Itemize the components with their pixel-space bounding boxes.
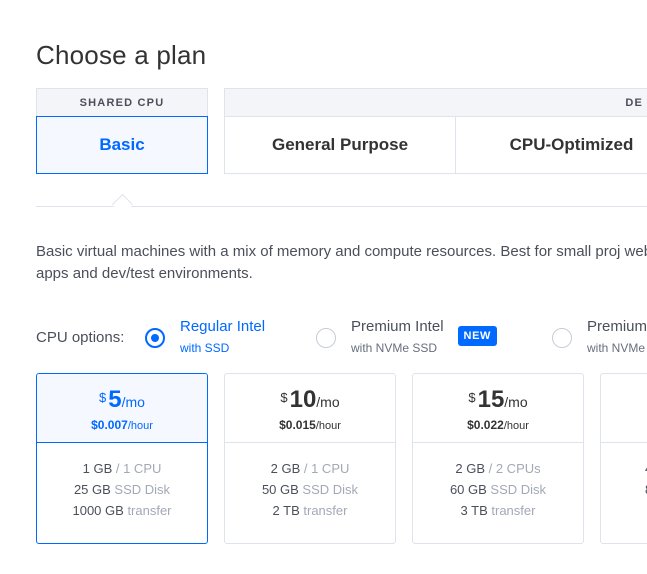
- spec-memory: 2 GB: [270, 461, 301, 476]
- plan-specs: 4 80: [601, 443, 647, 500]
- dedicated-cpu-header: DE: [224, 88, 647, 116]
- hourly-unit: /hour: [503, 420, 529, 432]
- plan-card-5[interactable]: $5/mo $0.007/hour 1 GB / 1 CPU 25 GB SSD…: [36, 373, 208, 544]
- shared-cpu-header: SHARED CPU: [36, 88, 208, 116]
- price-amount: 10: [289, 386, 317, 413]
- price-amount: 15: [477, 386, 505, 413]
- cpu-option-title: Regular Intel: [180, 318, 266, 335]
- tab-cpu-optimized[interactable]: CPU-Optimized: [456, 116, 647, 174]
- spec-transfer: 1000 GB transfer: [37, 500, 207, 521]
- spec-cpu: / 1 CPU: [303, 461, 350, 476]
- plan-price-section: $5/mo $0.007/hour: [37, 374, 207, 443]
- plan-card-partial[interactable]: 4 80: [600, 373, 647, 544]
- hourly-unit: /hour: [127, 420, 153, 432]
- spec-transfer-size: 1000 GB: [72, 503, 124, 518]
- spec-disk-size: 50 GB: [261, 482, 299, 497]
- hourly-value: $0.015: [279, 418, 316, 432]
- radio-selected-icon[interactable]: [145, 328, 165, 348]
- spec-disk-label: SSD Disk: [114, 482, 171, 497]
- spec-disk: 25 GB SSD Disk: [37, 479, 207, 500]
- spec-transfer: 2 TB transfer: [225, 500, 395, 521]
- spec-disk: 60 GB SSD Disk: [413, 479, 583, 500]
- cpu-option-subtitle: with NVMe: [587, 341, 646, 355]
- cpu-option-title: Premium: [587, 318, 647, 335]
- plan-price-section: $10/mo $0.015/hour: [225, 374, 395, 443]
- plan-hourly-price: $0.022/hour: [413, 418, 583, 432]
- spec-memory: 2 GB: [455, 461, 485, 476]
- cpu-option-premium[interactable]: Premium with NVMe: [552, 318, 647, 356]
- spec-memory: 1 GB: [82, 461, 113, 476]
- hourly-value: $0.007: [91, 418, 128, 432]
- cpu-option-regular-intel[interactable]: Regular Intel with SSD: [145, 318, 265, 356]
- spec-transfer-label: transfer: [127, 503, 172, 518]
- plan-price-section: [601, 374, 647, 443]
- page-title: Choose a plan: [36, 40, 207, 70]
- spec-transfer-size: 3 TB: [460, 503, 488, 518]
- spec-transfer-size: 2 TB: [272, 503, 300, 518]
- spec-transfer-label: transfer: [303, 503, 348, 518]
- cpu-option-title: Premium Intel: [351, 318, 444, 335]
- hourly-unit: /hour: [315, 420, 341, 432]
- price-period: /mo: [504, 394, 528, 410]
- spec-disk: 50 GB SSD Disk: [225, 479, 395, 500]
- cpu-option-subtitle: with NVMe SSD: [351, 341, 438, 355]
- plan-monthly-price: $5/mo: [37, 387, 207, 416]
- cpu-options-label: CPU options:: [36, 329, 125, 346]
- plan-specs: 1 GB / 1 CPU 25 GB SSD Disk 1000 GB tran…: [37, 443, 207, 521]
- plan-price-section: $15/mo $0.022/hour: [413, 374, 583, 443]
- price-period: /mo: [121, 394, 145, 410]
- spec-transfer: 3 TB transfer: [413, 500, 583, 521]
- shared-cpu-group: SHARED CPU Basic: [36, 88, 208, 174]
- plan-card-10[interactable]: $10/mo $0.015/hour 2 GB / 1 CPU 50 GB SS…: [224, 373, 396, 544]
- currency-symbol: $: [280, 390, 288, 405]
- plan-hourly-price: $0.015/hour: [225, 418, 395, 432]
- spec-cpu: / 2 CPUs: [488, 461, 541, 476]
- currency-symbol: $: [468, 390, 476, 405]
- price-amount: 5: [108, 386, 122, 413]
- spec-memory-cpu: 2 GB / 1 CPU: [225, 458, 395, 479]
- spec-disk-size: 25 GB: [73, 482, 111, 497]
- spec-disk-size: 60 GB: [449, 482, 487, 497]
- dedicated-tabs-row: General Purpose CPU-Optimized: [224, 116, 647, 174]
- radio-unselected-icon[interactable]: [316, 328, 336, 348]
- tab-basic[interactable]: Basic: [36, 116, 208, 174]
- currency-symbol: $: [99, 390, 107, 405]
- caret-up-icon: [111, 193, 134, 216]
- plan-monthly-price: $10/mo: [225, 387, 395, 416]
- spec-memory-cpu: 1 GB / 1 CPU: [37, 458, 207, 479]
- spec-disk-label: SSD Disk: [490, 482, 547, 497]
- cpu-option-subtitle: with SSD: [180, 341, 230, 355]
- spec-transfer-label: transfer: [491, 503, 536, 518]
- cpu-option-text: Regular Intel with SSD: [180, 318, 265, 356]
- spec-disk-label: SSD Disk: [302, 482, 359, 497]
- hourly-value: $0.022: [467, 418, 504, 432]
- plan-hourly-price: $0.007/hour: [37, 418, 207, 432]
- cpu-option-text: Premium with NVMe: [587, 318, 647, 356]
- plan-specs: 2 GB / 1 CPU 50 GB SSD Disk 2 TB transfe…: [225, 443, 395, 521]
- plan-specs: 2 GB / 2 CPUs 60 GB SSD Disk 3 TB transf…: [413, 443, 583, 521]
- radio-unselected-icon[interactable]: [552, 328, 572, 348]
- cpu-option-premium-intel[interactable]: Premium Intel with NVMe SSD NEW: [316, 318, 497, 356]
- tab-general-purpose[interactable]: General Purpose: [224, 116, 456, 174]
- new-badge: NEW: [457, 326, 497, 346]
- spec-memory-cpu: 2 GB / 2 CPUs: [413, 458, 583, 479]
- plan-selection-page: Choose a plan SHARED CPU Basic DE Genera…: [0, 0, 647, 574]
- plan-description: Basic virtual machines with a mix of mem…: [36, 243, 647, 282]
- cpu-option-text: Premium Intel with NVMe SSD: [351, 318, 444, 356]
- plan-monthly-price: $15/mo: [413, 387, 583, 416]
- dedicated-cpu-group: DE General Purpose CPU-Optimized: [224, 88, 647, 174]
- price-period: /mo: [316, 394, 340, 410]
- plan-card-15[interactable]: $15/mo $0.022/hour 2 GB / 2 CPUs 60 GB S…: [412, 373, 584, 544]
- spec-cpu: / 1 CPU: [115, 461, 162, 476]
